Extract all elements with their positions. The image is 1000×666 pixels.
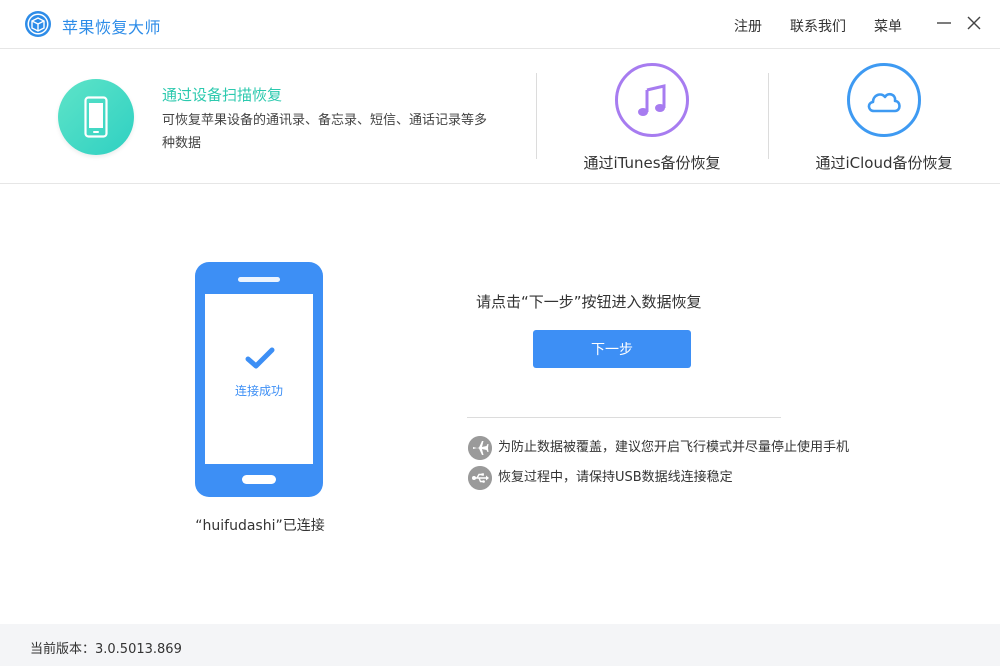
usb-icon: [468, 466, 492, 490]
next-step-prompt: 请点击“下一步”按钮进入数据恢复: [476, 293, 702, 311]
icloud-backup-label: 通过iCloud备份恢复: [815, 154, 953, 172]
phone-speaker: [238, 277, 280, 282]
cloud-icon: [867, 92, 901, 113]
mode-icloud-backup[interactable]: 通过iCloud备份恢复: [768, 49, 1000, 184]
status-footer: 当前版本：3.0.5013.869: [0, 624, 1000, 666]
mode-itunes-backup[interactable]: 通过iTunes备份恢复: [536, 49, 768, 184]
main-panel: 连接成功 “huifudashi”已连接 请点击“下一步”按钮进入数据恢复 下一…: [0, 184, 1000, 624]
device-connected-caption: “huifudashi”已连接: [195, 518, 325, 534]
airplane-icon: [468, 436, 492, 460]
phone-screen: 连接成功: [205, 294, 313, 464]
music-note-icon: [638, 84, 666, 116]
device-scan-title: 通过设备扫描恢复: [162, 86, 283, 104]
device-scan-badge: [58, 79, 134, 155]
app-title: 苹果恢复大师: [62, 18, 162, 37]
recovery-mode-bar: 通过设备扫描恢复 可恢复苹果设备的通讯录、备忘录、短信、通话记录等多种数据 通过…: [0, 49, 1000, 184]
contact-us-link[interactable]: 联系我们: [790, 16, 846, 36]
device-scan-description: 可恢复苹果设备的通讯录、备忘录、短信、通话记录等多种数据: [162, 113, 488, 151]
section-divider: [467, 417, 781, 418]
mode-device-scan[interactable]: 通过设备扫描恢复 可恢复苹果设备的通讯录、备忘录、短信、通话记录等多种数据: [0, 49, 536, 184]
minimize-icon[interactable]: [935, 14, 953, 32]
version-label: 当前版本：3.0.5013.869: [30, 642, 182, 657]
next-step-button[interactable]: 下一步: [533, 330, 691, 368]
phone-home-button: [242, 475, 276, 484]
itunes-backup-label: 通过iTunes备份恢复: [583, 154, 721, 172]
checkmark-icon: [245, 347, 275, 369]
connection-status: 连接成功: [234, 384, 283, 398]
tip-usb-text: 恢复过程中，请保持USB数据线连接稳定: [498, 470, 733, 485]
menu-link[interactable]: 菜单: [874, 16, 902, 36]
tip-airplane-text: 为防止数据被覆盖，建议您开启飞行模式并尽量停止使用手机: [498, 440, 850, 455]
phone-icon: [84, 96, 108, 138]
itunes-badge: [615, 63, 689, 137]
device-illustration: 连接成功: [195, 262, 323, 497]
app-logo-icon: [25, 11, 51, 37]
icloud-badge: [847, 63, 921, 137]
title-bar: 苹果恢复大师 注册 联系我们 菜单: [0, 0, 1000, 49]
register-link[interactable]: 注册: [734, 16, 762, 36]
close-icon[interactable]: [965, 14, 983, 32]
